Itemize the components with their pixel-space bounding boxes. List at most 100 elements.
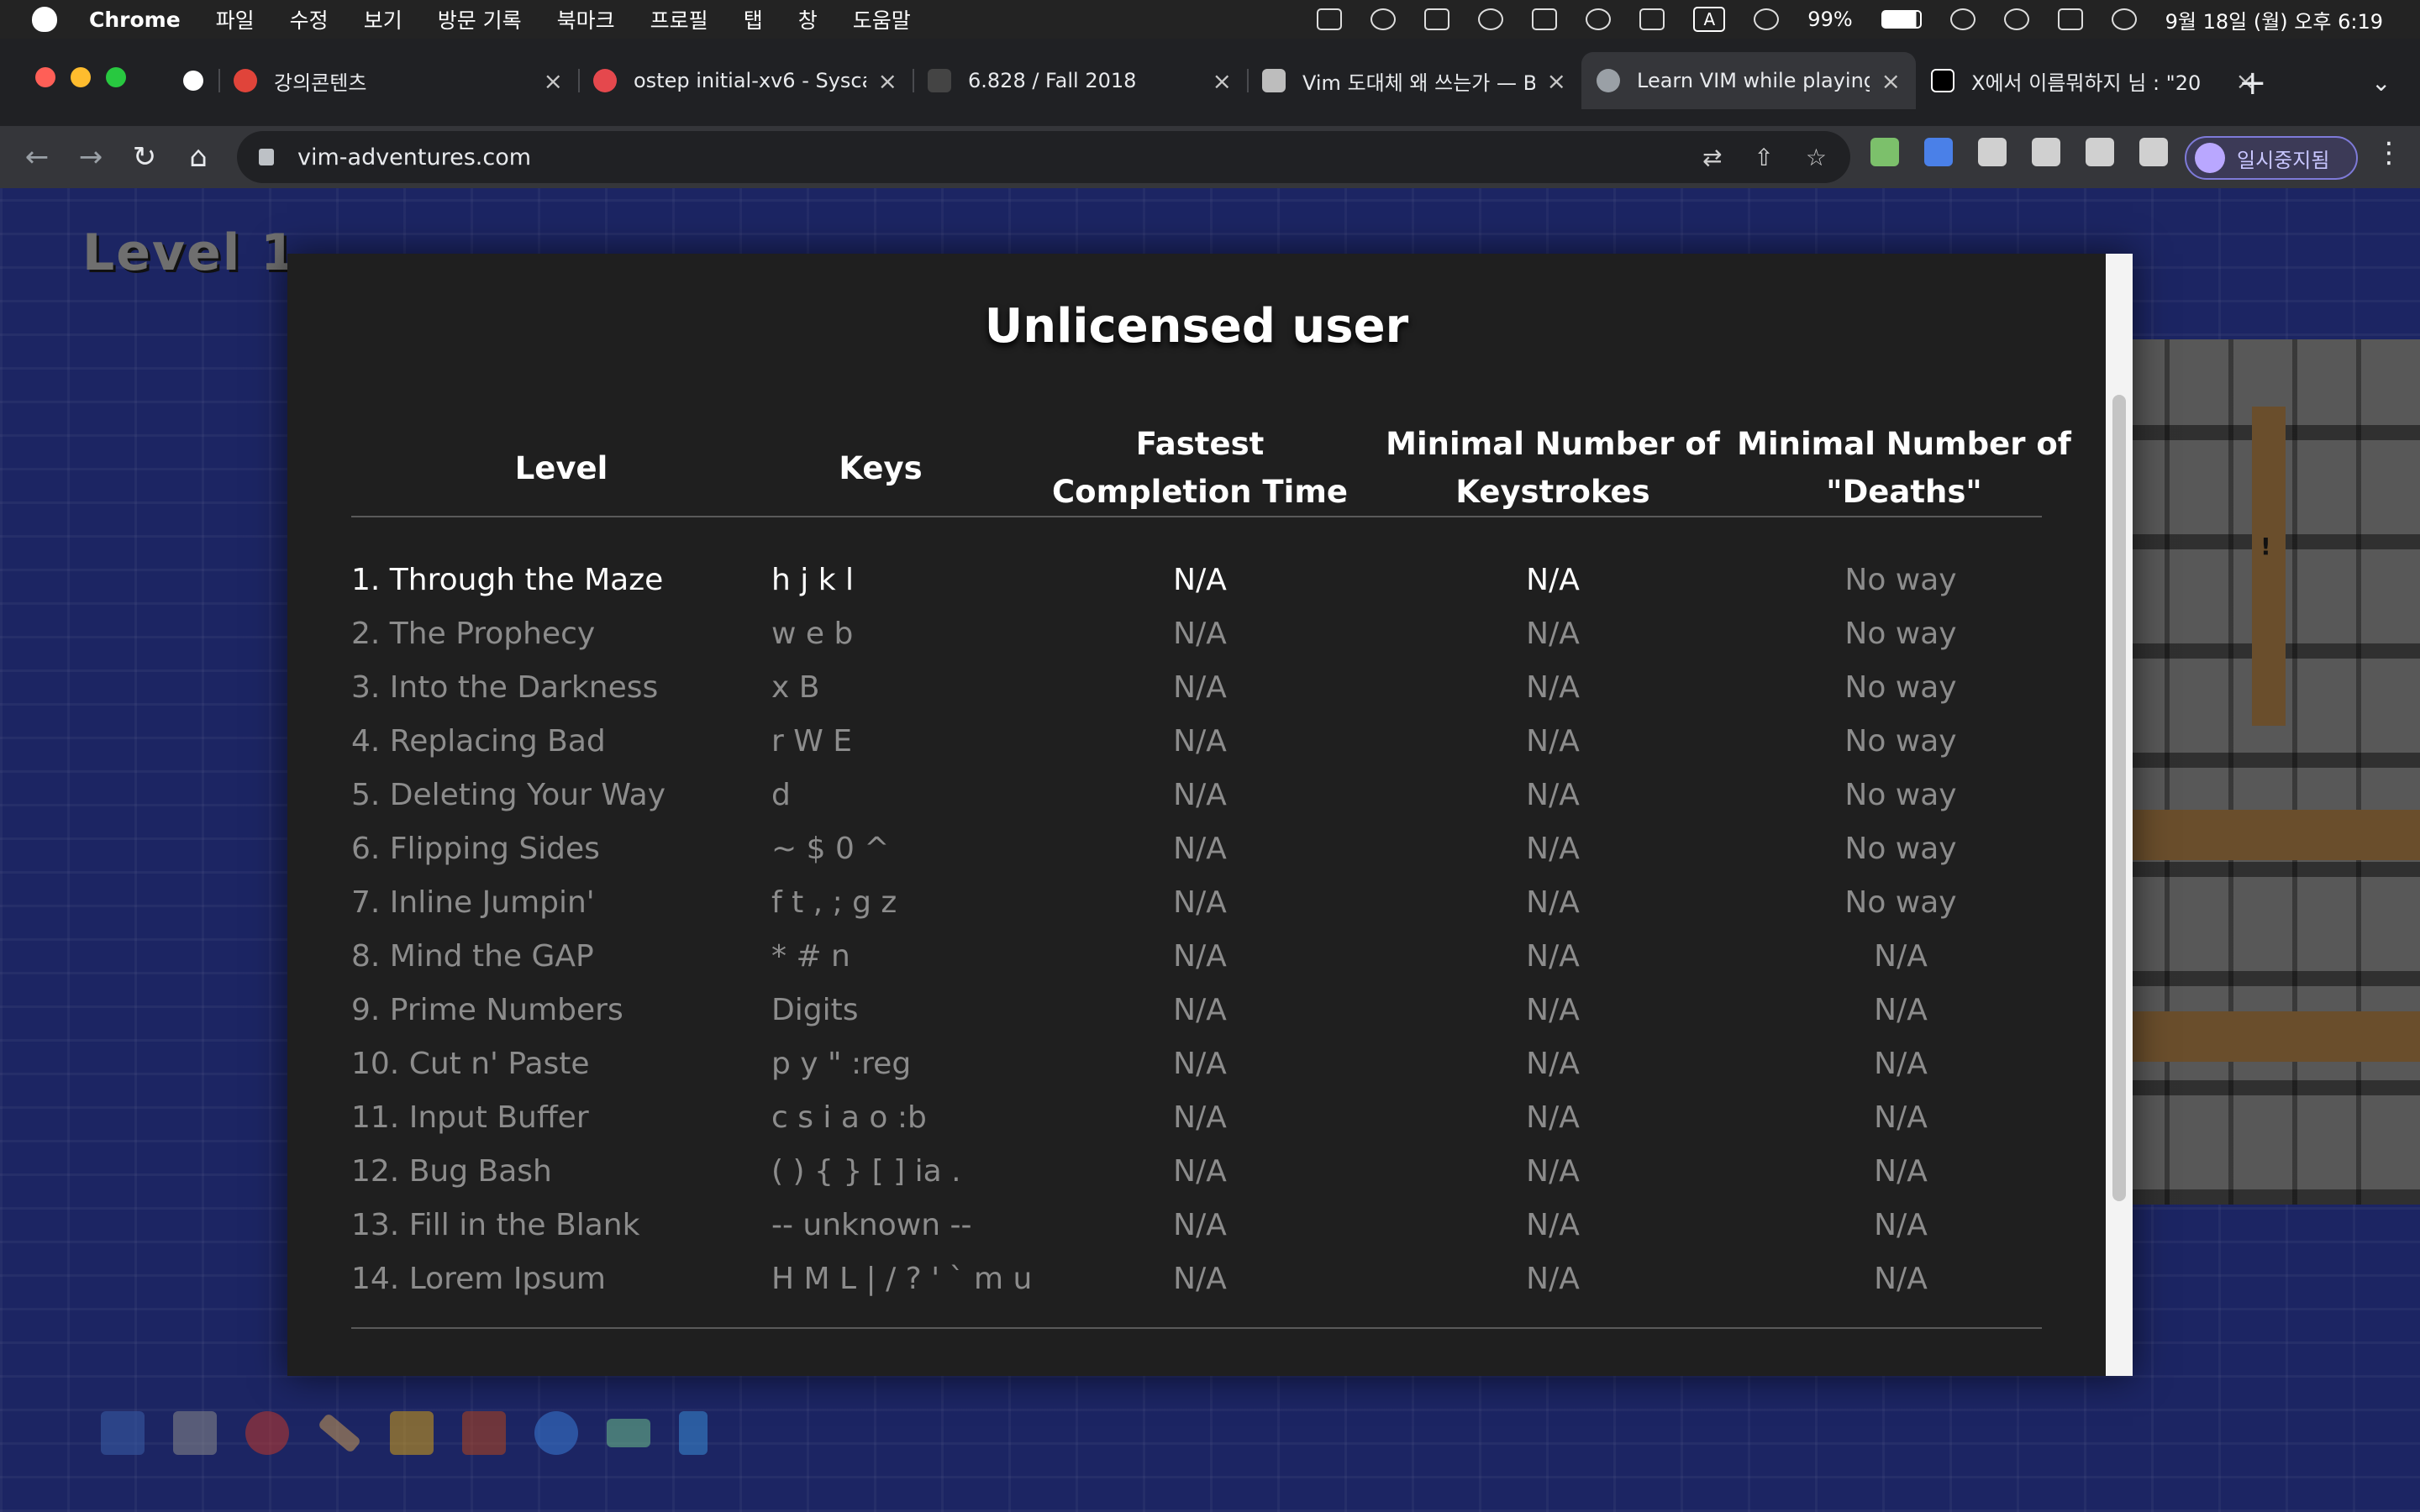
level-keys: ~ $ 0 ^ — [771, 831, 890, 866]
tab-title: Vim 도대체 왜 쓰는가 — Be — [1302, 71, 1535, 95]
apple-icon[interactable] — [32, 7, 57, 32]
min-deaths: N/A — [1874, 1153, 1928, 1189]
book-icon[interactable] — [101, 1411, 145, 1455]
menubar-clock[interactable]: 9월 18일 (월) 오후 6:19 — [2165, 5, 2383, 34]
bookmark-star-icon[interactable]: ☆ — [1806, 144, 1827, 171]
menu-bookmarks[interactable]: 북마크 — [557, 4, 615, 34]
min-deaths: N/A — [1874, 1100, 1928, 1135]
minimize-window-icon[interactable] — [71, 67, 91, 87]
close-tab-icon[interactable]: × — [1547, 67, 1566, 95]
clapper-icon[interactable] — [1317, 8, 1343, 30]
spotlight-search-icon[interactable] — [2003, 8, 2029, 30]
control-center-icon[interactable] — [2057, 8, 2083, 30]
modal-scrollbar-thumb[interactable] — [2112, 395, 2126, 1201]
battery-icon[interactable] — [1881, 10, 1922, 29]
display-icon[interactable] — [1639, 8, 1665, 30]
min-deaths: No way — [1844, 885, 1957, 920]
help-icon[interactable] — [534, 1411, 578, 1455]
window-stack-icon[interactable] — [1424, 8, 1450, 30]
address-bar[interactable]: vim-adventures.com ⇄ ⇧ ☆ — [237, 131, 1850, 183]
profile-button[interactable]: 일시중지됨 — [2185, 136, 2358, 180]
menu-file[interactable]: 파일 — [216, 4, 255, 34]
header-keys: Keys — [839, 449, 923, 486]
header-min-keystrokes: Minimal Number of Keystrokes — [1368, 418, 1738, 517]
character-icon[interactable] — [245, 1411, 289, 1455]
maximize-window-icon[interactable] — [106, 67, 126, 87]
extension-colorful-icon[interactable] — [1870, 138, 1899, 166]
min-deaths: N/A — [1874, 992, 1928, 1027]
airpods-icon[interactable] — [1532, 8, 1558, 30]
music-icon[interactable] — [679, 1411, 708, 1455]
ruler-icon[interactable] — [317, 1412, 362, 1454]
google-translate-icon[interactable] — [1924, 138, 1953, 166]
tab-6828[interactable]: 6.828 / Fall 2018 × — [913, 52, 1247, 109]
tab-lecture-content[interactable]: 강의콘텐츠 × — [218, 52, 578, 109]
paw-icon[interactable] — [1586, 8, 1612, 30]
more-menu-icon[interactable]: ⋮ — [2375, 136, 2403, 170]
tistory-favicon-icon — [593, 69, 617, 92]
menu-window[interactable]: 창 — [798, 4, 818, 34]
download-icon[interactable] — [2086, 138, 2114, 166]
close-tab-icon[interactable]: × — [878, 67, 897, 95]
menubar-app-name[interactable]: Chrome — [89, 8, 181, 32]
home-icon[interactable]: ⌂ — [171, 140, 225, 174]
cloud-icon[interactable] — [1370, 8, 1397, 30]
menu-tab[interactable]: 탭 — [744, 4, 763, 34]
credit-card-icon[interactable] — [607, 1419, 650, 1447]
forward-arrow-icon[interactable]: → — [64, 140, 118, 174]
maze-path — [2101, 810, 2420, 860]
menu-edit[interactable]: 수정 — [290, 4, 329, 34]
menu-history[interactable]: 방문 기록 — [438, 4, 522, 34]
level-name: 8. Mind the GAP — [351, 938, 594, 974]
url-text[interactable]: vim-adventures.com — [297, 144, 531, 171]
puzzle-extensions-icon[interactable] — [2032, 138, 2060, 166]
tab-vim-adventures[interactable]: Learn VIM while playing × — [1581, 52, 1916, 109]
wifi-icon[interactable] — [1949, 8, 1975, 30]
input-source-icon[interactable]: A — [1693, 7, 1726, 32]
level-name: 11. Input Buffer — [351, 1100, 589, 1135]
min-deaths: No way — [1844, 777, 1957, 812]
table-row: 12. Bug Bash ( ) { } [ ] ia . N/A N/A N/… — [351, 1144, 2042, 1198]
puzzle-icon[interactable] — [390, 1411, 434, 1455]
reload-icon[interactable]: ↻ — [118, 140, 171, 174]
fastest-time: N/A — [1173, 669, 1227, 705]
translate-icon[interactable]: ⇄ — [1702, 144, 1722, 171]
share-icon[interactable]: ⇧ — [1754, 144, 1773, 171]
tab-pinned[interactable] — [168, 52, 218, 109]
keyboard-icon[interactable] — [173, 1411, 217, 1455]
level-keys: p y " :reg — [771, 1046, 912, 1081]
menu-view[interactable]: 보기 — [364, 4, 402, 34]
tab-ostep[interactable]: ostep initial-xv6 - Sysca × — [578, 52, 913, 109]
menu-profiles[interactable]: 프로필 — [650, 4, 708, 34]
lock-icon[interactable] — [259, 149, 274, 165]
level-keys: Digits — [771, 992, 859, 1027]
header-line: Minimal Number of — [1737, 426, 2071, 462]
tab-title: 강의콘텐츠 — [274, 71, 367, 95]
fastest-time: N/A — [1173, 1100, 1227, 1135]
bluetooth-icon[interactable] — [1754, 8, 1780, 30]
extensions-area — [1870, 138, 2168, 166]
close-window-icon[interactable] — [35, 67, 55, 87]
menu-help[interactable]: 도움말 — [853, 4, 911, 34]
tab-title: 6.828 / Fall 2018 — [968, 69, 1137, 92]
license-book-icon[interactable] — [462, 1411, 506, 1455]
siri-icon[interactable] — [2111, 8, 2137, 30]
close-tab-icon[interactable]: × — [544, 67, 563, 95]
battery-percent: 99% — [1807, 8, 1853, 31]
browser-toolbar: ← → ↻ ⌂ vim-adventures.com ⇄ ⇧ ☆ 일시중지됨 ⋮ — [0, 126, 2420, 188]
new-tab-icon[interactable]: + — [2238, 64, 2267, 102]
play-icon[interactable] — [1478, 8, 1504, 30]
level-keys: * # n — [771, 938, 850, 974]
back-arrow-icon[interactable]: ← — [10, 140, 64, 174]
min-deaths: No way — [1844, 831, 1957, 866]
min-keystrokes: N/A — [1526, 1153, 1580, 1189]
omnibox-actions: ⇄ ⇧ ☆ — [1702, 144, 1850, 171]
media-icon[interactable] — [1978, 138, 2007, 166]
close-tab-icon[interactable]: × — [1881, 67, 1901, 95]
level-keys: f t , ; g z — [771, 885, 897, 920]
tab-vim-why[interactable]: Vim 도대체 왜 쓰는가 — Be × — [1247, 52, 1581, 109]
side-panel-icon[interactable] — [2139, 138, 2168, 166]
close-tab-icon[interactable]: × — [1213, 67, 1232, 95]
tab-x-post[interactable]: X에서 이름뭐하지 님 : "20 × — [1916, 52, 2270, 109]
tab-search-chevron-icon[interactable]: ⌄ — [2371, 69, 2391, 97]
